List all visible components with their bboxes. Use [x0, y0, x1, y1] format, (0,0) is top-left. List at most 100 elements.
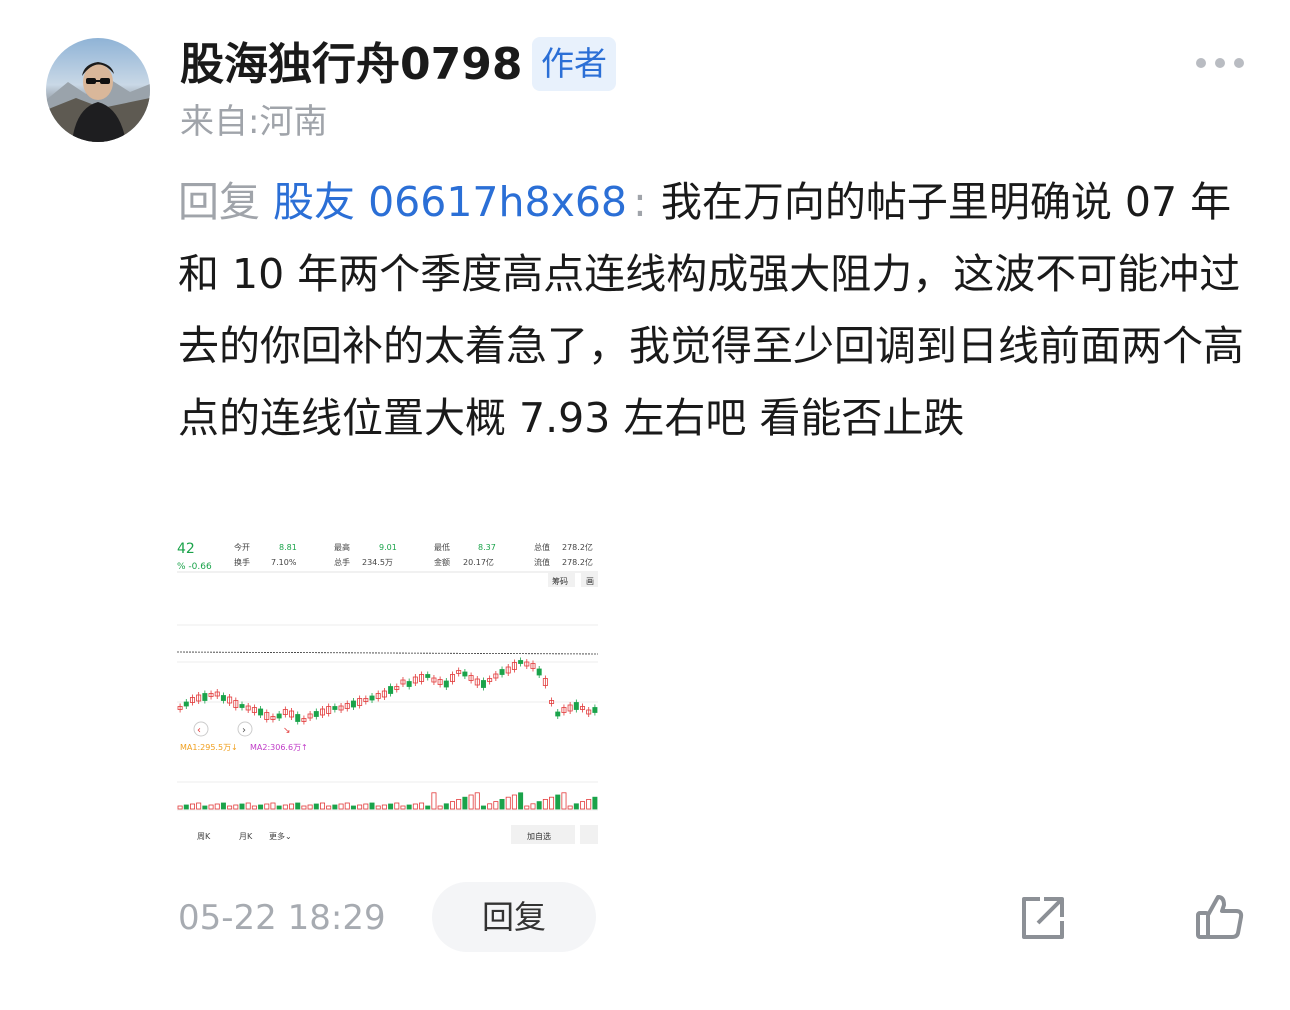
- tab-week-k[interactable]: 周K: [197, 832, 211, 841]
- volume-bar: [369, 802, 375, 810]
- volume-bar: [350, 805, 356, 810]
- volume-bar: [307, 804, 313, 810]
- reply-prefix: 回复: [178, 178, 260, 226]
- volume-bar: [196, 802, 202, 810]
- volume-bar: [561, 792, 567, 810]
- next-icon[interactable]: ›: [242, 725, 246, 736]
- volume-bar: [586, 798, 592, 810]
- ma1-label: MA1:295.5万↓: [180, 743, 238, 752]
- volume-bar: [258, 804, 264, 810]
- volume-bar: [375, 805, 381, 810]
- volume-bar: [425, 805, 431, 810]
- volume-bar: [233, 804, 239, 810]
- volume-bar: [319, 802, 325, 810]
- reply-content: 回复 股友 06617h8x68: 我在万向的帖子里明确说 07 年和 10 年两…: [178, 166, 1248, 454]
- cell-value: 8.37: [478, 543, 496, 552]
- chips-button[interactable]: 筹码: [552, 576, 568, 586]
- cell-value: 8.81: [279, 543, 297, 552]
- volume-bar: [276, 805, 282, 810]
- volume-bar: [189, 803, 195, 810]
- ma2-label: MA2:306.6万↑: [250, 743, 308, 752]
- volume-bar: [406, 804, 412, 810]
- thumbs-up-icon[interactable]: [1194, 891, 1246, 943]
- volume-bar: [344, 802, 350, 810]
- cell-label: 换手: [234, 557, 250, 567]
- avatar-photo: [46, 62, 150, 142]
- chart-screenshot-thumbnail[interactable]: 42 % -0.66 今开 8.81 换手 7.10% 最高 9.01 总手 2…: [177, 532, 598, 846]
- cell-label: 今开: [234, 542, 250, 552]
- volume-bar: [338, 803, 344, 810]
- volume-bar: [332, 804, 338, 810]
- volume-bar: [456, 798, 462, 810]
- volume-bar: [462, 796, 468, 810]
- volume-bar: [493, 801, 499, 810]
- volume-bar: [573, 803, 579, 810]
- price-fragment: 42: [177, 541, 195, 557]
- add-watchlist-button[interactable]: 加自选: [527, 831, 551, 841]
- volume-bar: [400, 805, 406, 810]
- volume-bar: [487, 803, 493, 810]
- cell-label: 流值: [534, 557, 550, 567]
- cell-value: 20.17亿: [463, 557, 494, 567]
- volume-bar: [419, 802, 425, 810]
- more-dots-icon[interactable]: [1196, 56, 1244, 70]
- volume-bar: [245, 802, 251, 810]
- tab-more[interactable]: 更多⌄: [269, 831, 292, 841]
- cell-value: 7.10%: [271, 558, 297, 567]
- volume-bar: [431, 792, 437, 810]
- tab-month-k[interactable]: 月K: [239, 832, 253, 841]
- volume-bar: [363, 803, 369, 810]
- volume-bar: [518, 792, 524, 810]
- volume-bar: [536, 801, 542, 810]
- volume-bar: [450, 801, 456, 810]
- volume-bar: [251, 805, 257, 810]
- volume-bar: [388, 803, 394, 810]
- volume-bar: [549, 796, 555, 810]
- volume-bar: [468, 794, 474, 810]
- cell-label: 总手: [334, 557, 350, 567]
- volume-bar: [282, 804, 288, 810]
- cell-value: 9.01: [379, 543, 397, 552]
- cell-label: 总值: [534, 542, 550, 552]
- draw-button[interactable]: 画: [586, 577, 594, 586]
- location-label: 来自:河南: [180, 102, 328, 142]
- post-timestamp: 05-22 18:29: [178, 898, 386, 938]
- stock-chart-image: 42 % -0.66 今开 8.81 换手 7.10% 最高 9.01 总手 2…: [177, 541, 598, 844]
- volume-bar: [264, 803, 270, 810]
- volume-bar: [505, 796, 511, 810]
- cell-value: 278.2亿: [562, 557, 593, 567]
- prev-icon[interactable]: ‹: [197, 725, 201, 736]
- cell-label: 金额: [434, 557, 450, 567]
- avatar[interactable]: [46, 38, 150, 142]
- volume-bar: [326, 805, 332, 810]
- volume-bar: [524, 805, 530, 810]
- cell-label: 最高: [334, 542, 350, 552]
- volume-bar: [480, 805, 486, 810]
- volume-bar: [474, 792, 480, 810]
- zoom-icon[interactable]: ↘: [283, 726, 291, 736]
- volume-bar: [239, 803, 245, 810]
- username[interactable]: 股海独行舟0798: [180, 38, 522, 92]
- mention-link[interactable]: 股友 06617h8x68: [273, 178, 627, 226]
- volume-bar: [214, 803, 220, 810]
- volume-bar: [381, 804, 387, 810]
- volume-bar: [313, 803, 319, 810]
- volume-bar: [295, 802, 301, 810]
- volume-bar: [357, 804, 363, 810]
- volume-bar: [227, 805, 233, 810]
- volume-bar: [208, 804, 214, 810]
- volume-bar: [412, 803, 418, 810]
- volume-bar: [555, 794, 561, 810]
- volume-bar: [542, 798, 548, 810]
- volume-bar: [511, 794, 517, 810]
- change-fragment: % -0.66: [177, 562, 212, 572]
- share-icon[interactable]: [1018, 893, 1068, 943]
- volume-bar: [202, 805, 208, 810]
- reply-button[interactable]: 回复: [432, 882, 596, 952]
- volume-bars: [177, 792, 598, 810]
- candlestick-series: [177, 657, 598, 725]
- volume-bar: [183, 804, 189, 810]
- volume-bar: [289, 803, 295, 810]
- volume-bar: [530, 803, 536, 810]
- author-badge: 作者: [532, 37, 616, 91]
